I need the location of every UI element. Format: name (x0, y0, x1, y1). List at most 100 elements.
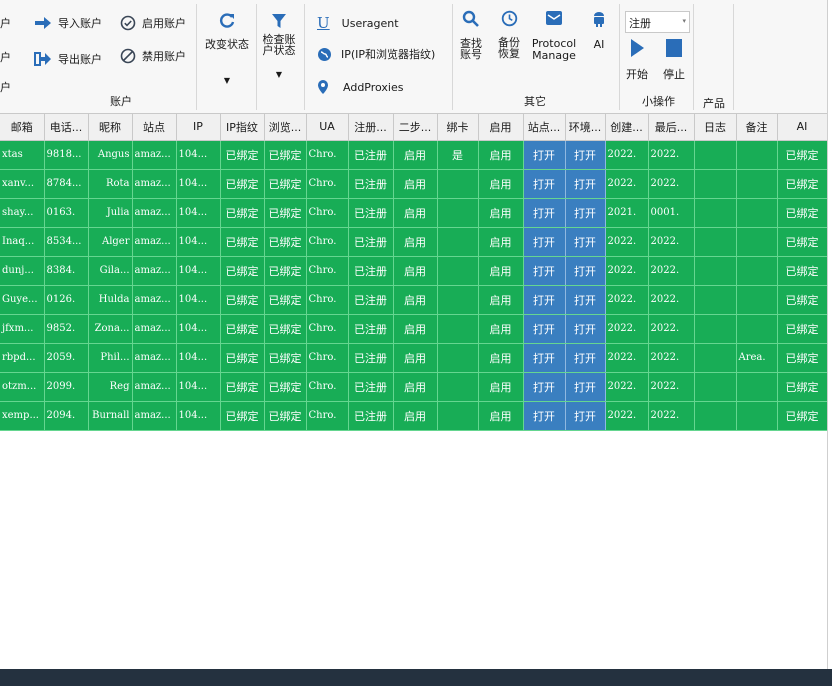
table-cell[interactable] (437, 372, 479, 402)
open-cell[interactable]: 打开 (565, 401, 606, 431)
table-row[interactable]: Inaq... 8534... Alger amaz... 104... 已绑定 已绑定 Ch… (0, 227, 828, 257)
table-cell[interactable]: rbpd... (0, 343, 45, 373)
open-cell[interactable]: 打开 (523, 343, 566, 373)
table-cell[interactable]: 启用 (478, 285, 524, 315)
open-cell[interactable]: 打开 (565, 372, 606, 402)
table-cell[interactable]: amaz... (132, 401, 177, 431)
table-cell[interactable]: 启用 (393, 140, 438, 170)
table-cell[interactable]: 已绑定 (264, 372, 307, 402)
table-cell[interactable]: 启用 (478, 140, 524, 170)
table-cell[interactable]: 9852. (44, 314, 89, 344)
table-cell[interactable]: 104... (176, 140, 221, 170)
column-header[interactable]: 绑卡 (437, 114, 479, 141)
table-cell[interactable]: 已绑定 (264, 140, 307, 170)
table-cell[interactable]: 已绑定 (777, 198, 828, 228)
table-cell[interactable]: 9818... (44, 140, 89, 170)
table-cell[interactable]: 已绑定 (264, 285, 307, 315)
table-cell[interactable]: 2022. (605, 227, 649, 257)
table-cell[interactable]: 2022. (605, 372, 649, 402)
table-cell[interactable]: amaz... (132, 169, 177, 199)
table-cell[interactable]: 104... (176, 401, 221, 431)
table-cell[interactable]: Chro. (306, 256, 349, 286)
table-cell[interactable]: 2022. (605, 401, 649, 431)
table-cell[interactable]: Rota (88, 169, 133, 199)
table-cell[interactable]: 已注册 (348, 401, 394, 431)
table-row[interactable]: otzm... 2099. Reg amaz... 104... 已绑定 已绑定 Chro. 已… (0, 372, 828, 402)
column-header[interactable]: 环境... (565, 114, 606, 141)
column-header[interactable]: 站点... (523, 114, 566, 141)
table-cell[interactable] (437, 314, 479, 344)
table-cell[interactable]: 104... (176, 343, 221, 373)
open-cell[interactable]: 打开 (523, 256, 566, 286)
stop-button[interactable]: 停止 (662, 38, 686, 82)
table-cell[interactable]: 已注册 (348, 314, 394, 344)
table-cell[interactable]: 104... (176, 372, 221, 402)
table-cell[interactable]: dunj... (0, 256, 45, 286)
table-cell[interactable] (437, 343, 479, 373)
table-cell[interactable]: 2059. (44, 343, 89, 373)
table-cell[interactable] (437, 227, 479, 257)
table-cell[interactable]: Chro. (306, 169, 349, 199)
table-cell[interactable]: 启用 (478, 169, 524, 199)
table-cell[interactable]: Chro. (306, 198, 349, 228)
table-cell[interactable] (736, 372, 778, 402)
column-header[interactable]: IP (176, 114, 221, 141)
open-cell[interactable]: 打开 (565, 256, 606, 286)
table-cell[interactable] (694, 372, 737, 402)
table-cell[interactable]: shay... (0, 198, 45, 228)
table-cell[interactable]: 已注册 (348, 140, 394, 170)
table-cell[interactable]: amaz... (132, 285, 177, 315)
table-cell[interactable] (694, 169, 737, 199)
table-cell[interactable] (694, 256, 737, 286)
open-cell[interactable]: 打开 (523, 140, 566, 170)
table-cell[interactable]: 已注册 (348, 227, 394, 257)
table-cell[interactable]: 启用 (393, 256, 438, 286)
table-cell[interactable]: Chro. (306, 140, 349, 170)
table-cell[interactable]: 已注册 (348, 285, 394, 315)
enable-account-button[interactable]: 启用账户 (120, 14, 186, 32)
table-cell[interactable]: 已绑定 (220, 401, 265, 431)
table-cell[interactable] (694, 314, 737, 344)
table-cell[interactable]: 启用 (393, 227, 438, 257)
table-cell[interactable]: 已绑定 (220, 227, 265, 257)
table-cell[interactable]: 2022. (605, 285, 649, 315)
column-header[interactable]: UA (306, 114, 349, 141)
table-cell[interactable]: 2022. (605, 169, 649, 199)
open-cell[interactable]: 打开 (523, 372, 566, 402)
check-status-button[interactable]: 检查账 户状态 ▼ (258, 8, 300, 79)
column-header[interactable]: 最后... (648, 114, 695, 141)
table-cell[interactable]: 启用 (478, 372, 524, 402)
table-cell[interactable]: 已绑定 (777, 343, 828, 373)
add-proxies-button[interactable]: AddProxies (317, 78, 403, 96)
table-cell[interactable]: 已绑定 (264, 256, 307, 286)
table-cell[interactable]: 8534... (44, 227, 89, 257)
table-cell[interactable]: 启用 (393, 372, 438, 402)
table-cell[interactable]: 2099. (44, 372, 89, 402)
table-cell[interactable]: amaz... (132, 372, 177, 402)
table-cell[interactable]: 8384. (44, 256, 89, 286)
table-cell[interactable]: 启用 (478, 314, 524, 344)
table-cell[interactable] (736, 140, 778, 170)
table-cell[interactable]: amaz... (132, 256, 177, 286)
table-cell[interactable] (736, 198, 778, 228)
open-cell[interactable]: 打开 (523, 227, 566, 257)
protocol-manage-button[interactable]: Protocol Manage (530, 10, 578, 62)
table-cell[interactable]: 已绑定 (220, 169, 265, 199)
open-cell[interactable]: 打开 (523, 198, 566, 228)
table-cell[interactable] (694, 140, 737, 170)
table-cell[interactable] (736, 285, 778, 315)
column-header[interactable]: 注册... (348, 114, 394, 141)
table-cell[interactable]: 已绑定 (264, 401, 307, 431)
table-cell[interactable]: Chro. (306, 227, 349, 257)
open-cell[interactable]: 打开 (565, 140, 606, 170)
table-cell[interactable]: Area. (736, 343, 778, 373)
table-cell[interactable]: 已绑定 (264, 169, 307, 199)
column-header[interactable]: 创建... (605, 114, 649, 141)
table-cell[interactable]: 2022. (605, 140, 649, 170)
table-cell[interactable]: xemp... (0, 401, 45, 431)
table-cell[interactable]: 已绑定 (777, 140, 828, 170)
table-cell[interactable]: 2022. (648, 227, 695, 257)
table-cell[interactable]: 启用 (393, 401, 438, 431)
table-cell[interactable]: 2022. (648, 314, 695, 344)
table-cell[interactable]: 已绑定 (777, 256, 828, 286)
